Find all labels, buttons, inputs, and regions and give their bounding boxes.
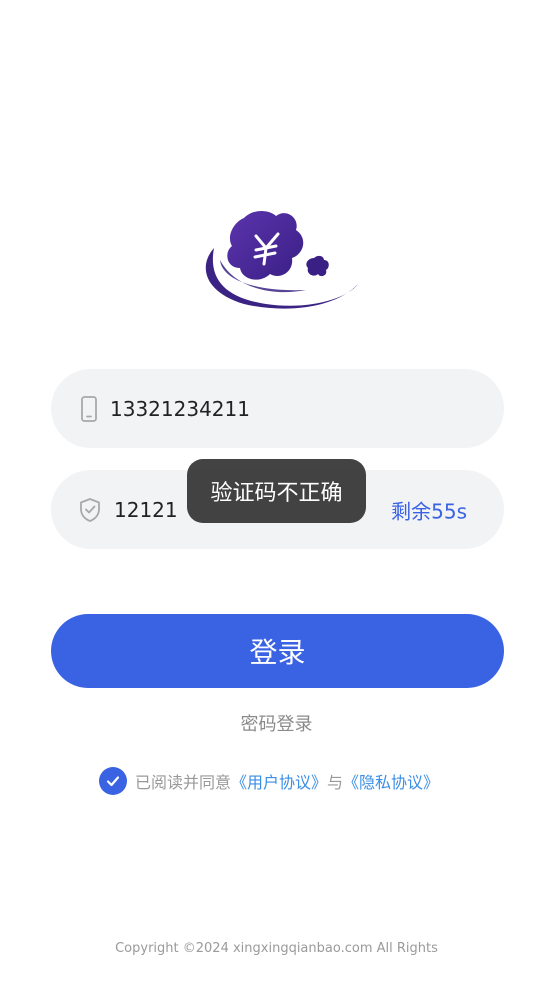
error-toast: 验证码不正确 xyxy=(187,459,366,523)
mobile-phone-icon xyxy=(81,395,97,422)
agreement-prefix: 已阅读并同意 xyxy=(135,773,232,792)
login-button[interactable]: 登录 xyxy=(51,614,504,688)
phone-input[interactable] xyxy=(110,388,470,429)
resend-countdown[interactable]: 剩余55s xyxy=(391,495,467,524)
privacy-policy-link[interactable]: 《隐私协议》 xyxy=(343,769,439,793)
password-login-link[interactable]: 密码登录 xyxy=(0,710,553,736)
user-agreement-link[interactable]: 《用户协议》 xyxy=(231,769,327,793)
copyright-footer: Copyright ©2024 xingxingqianbao.com All … xyxy=(115,941,438,956)
app-logo xyxy=(205,211,358,309)
agreement-row: 已阅读并同意 《用户协议》 与 《隐私协议》 xyxy=(99,767,439,795)
agreement-checkbox[interactable] xyxy=(99,767,127,795)
shield-check-icon xyxy=(80,497,100,522)
phone-field xyxy=(51,369,504,448)
agreement-conjunction: 与 xyxy=(327,773,344,792)
checkmark-icon xyxy=(106,776,120,787)
